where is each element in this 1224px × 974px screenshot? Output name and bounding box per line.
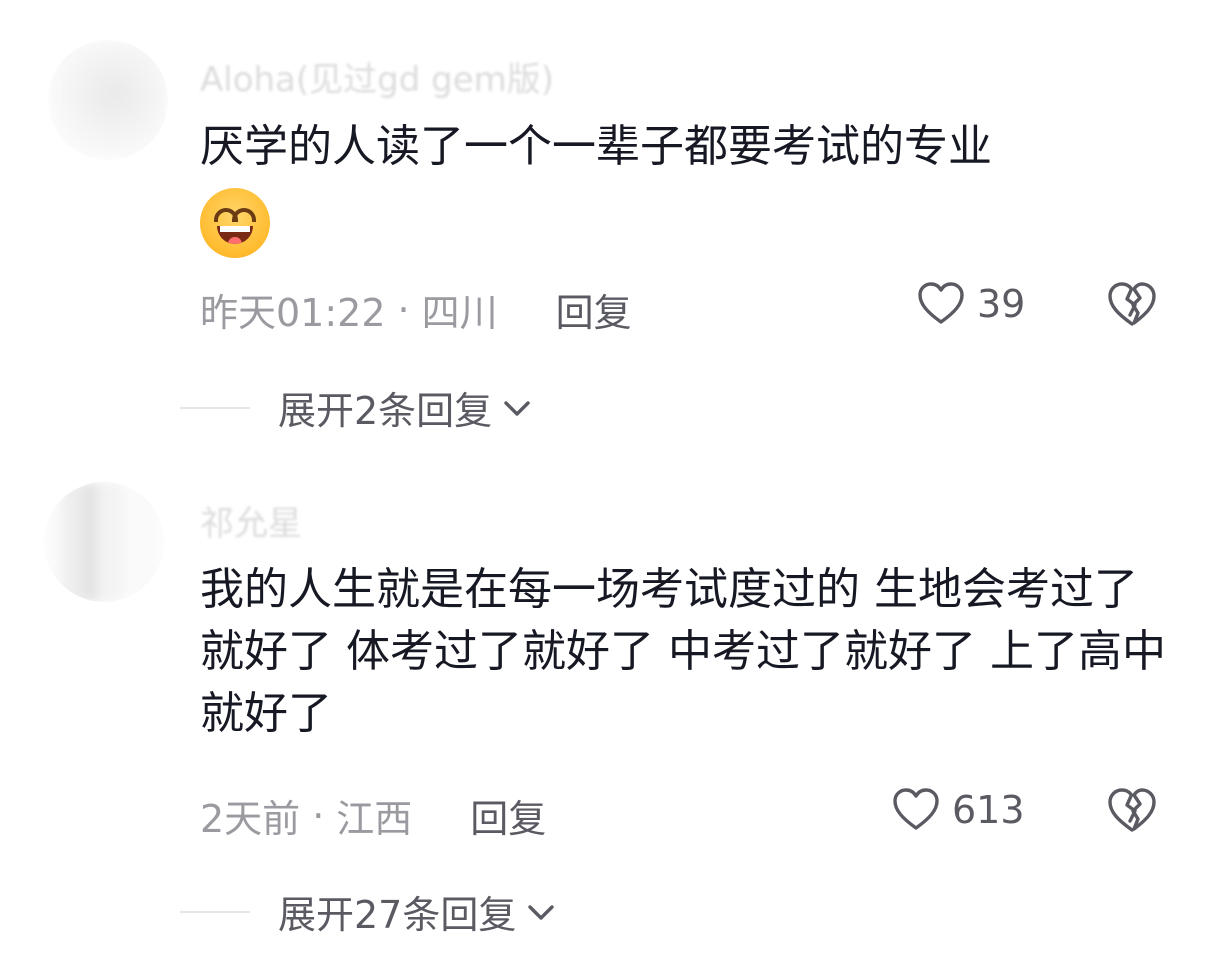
- expand-replies-button[interactable]: 展开27条回复: [180, 884, 558, 939]
- comment-username[interactable]: Aloha(见过gd gem版): [200, 52, 554, 101]
- broken-heart-icon[interactable]: [1105, 278, 1159, 332]
- expand-replies-button[interactable]: 展开2条回复: [180, 380, 534, 435]
- avatar[interactable]: [44, 482, 164, 602]
- comment-item: Aloha(见过gd gem版) 厌学的人读了一个一辈子都要考试的专业 昨天01…: [0, 0, 1224, 460]
- like-button[interactable]: 39: [915, 278, 1025, 330]
- comment-text: 我的人生就是在每一场考试度过的 生地会考过了就好了 体考过了就好了 中考过了就好…: [200, 564, 1166, 739]
- comment-meta: 昨天01:22 · 四川 回复: [200, 282, 632, 337]
- comment-time: 昨天01:22: [200, 291, 386, 335]
- chevron-down-icon: [504, 400, 530, 416]
- expand-replies-label: 展开27条回复: [278, 893, 517, 937]
- comment-text: 厌学的人读了一个一辈子都要考试的专业: [200, 116, 1180, 275]
- reply-button[interactable]: 回复: [556, 282, 632, 337]
- broken-heart-icon[interactable]: [1105, 784, 1159, 838]
- expand-replies-label: 展开2条回复: [278, 389, 493, 433]
- divider-line: [180, 910, 250, 913]
- divider-line: [180, 406, 250, 409]
- comment-username[interactable]: 祁允星: [200, 496, 302, 545]
- comment-location: 江西: [336, 797, 413, 841]
- heart-outline-icon: [918, 282, 964, 324]
- meta-separator: ·: [312, 793, 325, 838]
- chevron-down-icon: [528, 904, 555, 920]
- grinning-face-emoji-icon: [200, 188, 270, 258]
- comment-time: 2天前: [200, 797, 301, 841]
- like-count: 613: [952, 788, 1025, 832]
- meta-separator: ·: [397, 287, 410, 332]
- comment-item: 祁允星 我的人生就是在每一场考试度过的 生地会考过了就好了 体考过了就好了 中考…: [0, 460, 1224, 974]
- avatar[interactable]: [48, 40, 168, 160]
- like-count: 39: [977, 282, 1026, 326]
- reply-button[interactable]: 回复: [470, 788, 546, 843]
- heart-outline-icon: [893, 788, 939, 830]
- comment-location: 四川: [421, 291, 498, 335]
- comment-text-content: 厌学的人读了一个一辈子都要考试的专业: [200, 121, 992, 172]
- comment-meta: 2天前 · 江西 回复: [200, 788, 546, 843]
- like-button[interactable]: 613: [890, 784, 1025, 836]
